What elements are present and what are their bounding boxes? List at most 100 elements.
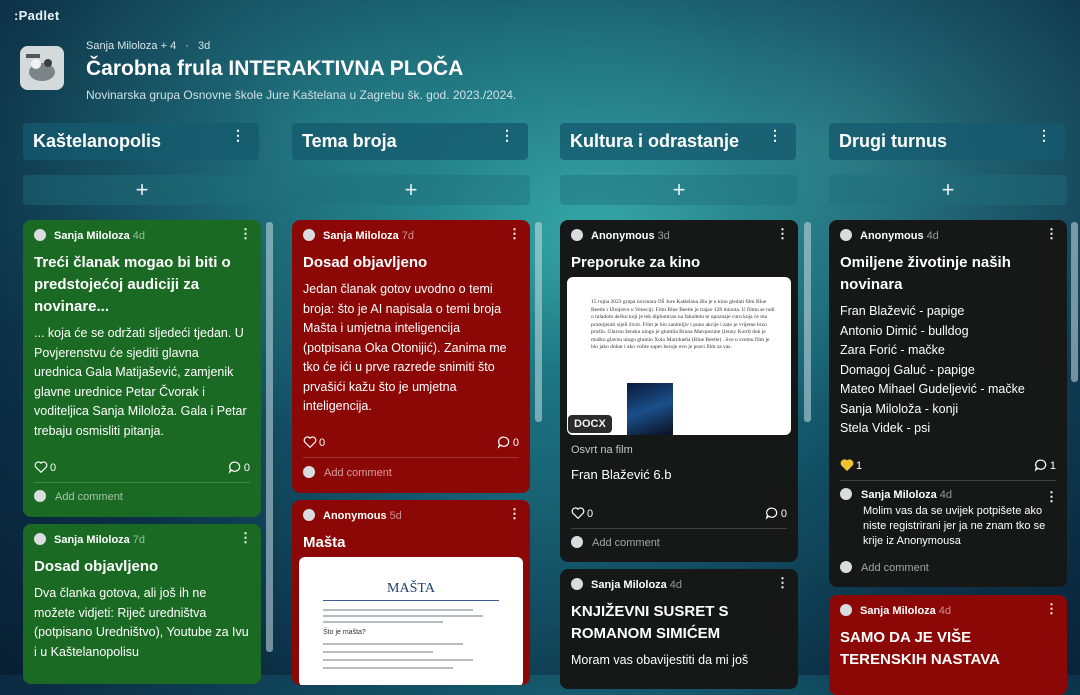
column-header-kultura[interactable]: Kultura i odrastanje ⋮ [560,123,796,160]
post-menu-icon[interactable]: ⋮ [776,576,789,589]
document-text-line [323,615,483,617]
post-card[interactable]: Sanja Miloloza 7d ⋮ Dosad objavljeno Jeda… [292,220,530,493]
board-avatar[interactable] [20,46,64,90]
comment-menu-icon[interactable]: ⋮ [1045,490,1058,503]
column-scrollbar[interactable] [535,222,542,422]
docx-badge: DOCX [568,415,612,433]
post-author: Sanja Miloloza 7d [303,228,519,244]
post-time: 4d [132,230,146,242]
comment-text: Molim vas da se uvijek potpišete ako nis… [863,505,1046,547]
commenter-avatar [571,536,583,548]
column-menu-icon[interactable]: ⋮ [1037,128,1051,142]
document-text-line [323,609,473,611]
post-menu-icon[interactable]: ⋮ [1045,227,1058,240]
post-actions: 0 0 [34,460,250,476]
list-item: Zara Forić - mačke [840,343,945,357]
board-title: Čarobna frula INTERAKTIVNA PLOČA [86,57,464,80]
attachment-name[interactable]: Fran Blažević 6.b [571,467,671,482]
board-avatar-image [20,46,64,90]
column-menu-icon[interactable]: ⋮ [231,128,245,142]
heart-icon [34,461,48,474]
list-item: Domagoj Galuć - papige [840,362,975,377]
column-header-tema-broja[interactable]: Tema broja ⋮ [292,123,528,160]
add-comment-field[interactable]: Add comment [840,561,929,574]
padlet-logo[interactable]: :Padlet [14,8,59,23]
post-menu-icon[interactable]: ⋮ [776,227,789,240]
post-menu-icon[interactable]: ⋮ [508,227,521,240]
post-title: Dosad objavljeno [303,254,428,271]
comment-button[interactable]: 0 [765,506,787,520]
post-author: Sanja Miloloza 7d [34,532,250,548]
column-title: Drugi turnus [839,131,947,151]
post-menu-icon[interactable]: ⋮ [508,507,521,520]
post-card[interactable]: Anonymous 4d ⋮ Omiljene životinje naših n… [829,220,1067,587]
like-button[interactable]: 0 [303,435,325,449]
post-card[interactable]: Anonymous 3d ⋮ Preporuke za kino 15 rujna… [560,220,798,562]
post-time: 7d [132,534,146,546]
post-title: Preporuke za kino [571,254,701,271]
add-post-button[interactable]: + [560,175,798,205]
column-scrollbar[interactable] [804,222,811,422]
post-author: Anonymous 4d [840,228,1056,244]
column-menu-icon[interactable]: ⋮ [500,128,514,142]
attachment-caption: Osvrt na film [571,444,633,456]
post-author: Sanja Miloloza 4d [571,577,787,593]
post-menu-icon[interactable]: ⋮ [239,227,252,240]
post-title: Omiljene životinje naših novinara [840,254,1011,293]
post-card[interactable]: Sanja Miloloza 4d ⋮ Treći članak mogao bi… [23,220,261,517]
column-header-kastelanopolis[interactable]: Kaštelanopolis ⋮ [23,123,259,160]
post-card[interactable]: Anonymous 5d ⋮ Mašta MAŠTA Što je mašta? [292,500,530,685]
document-text-line [323,621,443,623]
add-comment-field[interactable]: Add comment [571,536,660,549]
author-name: Anonymous [323,510,387,522]
post-time: 7d [401,230,415,242]
column-header-drugi-turnus[interactable]: Drugi turnus ⋮ [829,123,1065,160]
comment-icon [765,507,778,520]
list-item: Mateo Mihael Gudeljević - mačke [840,382,1025,396]
document-preview[interactable]: MAŠTA Što je mašta? [299,557,523,685]
author-name: Sanja Miloloza [54,230,130,242]
board-meta-separator: · [185,40,189,52]
post-card[interactable]: Sanja Miloloza 7d ⋮ Dosad objavljeno Dva … [23,524,261,684]
like-button[interactable]: 0 [34,460,56,474]
like-button[interactable]: 1 [840,458,862,472]
post-title: Dosad objavljeno [34,558,159,575]
post-author: Sanja Miloloza 4d [840,603,1056,619]
post-menu-icon[interactable]: ⋮ [1045,602,1058,615]
author-avatar [303,509,315,521]
add-comment-field[interactable]: Add comment [34,490,123,503]
post-actions: 0 0 [303,435,519,451]
document-preview[interactable]: 15 rujna 2023 grupa novinara OŠ Jure Kaš… [567,277,791,435]
document-text-line [323,667,453,669]
document-heading: MAŠTA [387,581,435,596]
post-body: Dva članka gotova, ali još ih ne možete … [34,586,249,659]
comment-time: 4d [939,489,953,501]
column-title: Kultura i odrastanje [570,131,740,151]
author-avatar [34,229,46,241]
commenter-avatar [34,490,46,502]
author-name: Sanja Miloloza [860,605,936,617]
author-avatar [34,533,46,545]
author-name: Sanja Miloloza [54,534,130,546]
comment-button[interactable]: 0 [228,460,250,474]
add-post-button[interactable]: + [292,175,530,205]
author-avatar [840,229,852,241]
column-scrollbar[interactable] [1071,222,1078,382]
column-scrollbar[interactable] [266,222,273,652]
post-card[interactable]: Sanja Miloloza 4d ⋮ SAMO DA JE VIŠE TEREN… [829,595,1067,695]
like-button[interactable]: 0 [571,506,593,520]
comment-icon [497,436,510,449]
add-post-button[interactable]: + [829,175,1067,205]
comment-button[interactable]: 1 [1034,458,1056,472]
comment-count: 1 [1049,460,1056,472]
comment-button[interactable]: 0 [497,435,519,449]
like-count: 0 [319,437,326,449]
board-meta-author[interactable]: Sanja Miloloza + 4 [86,40,176,52]
column-menu-icon[interactable]: ⋮ [768,128,782,142]
add-comment-field[interactable]: Add comment [303,466,392,479]
document-text-line [323,659,473,661]
post-card[interactable]: Sanja Miloloza 4d ⋮ KNJIŽEVNI SUSRET S RO… [560,569,798,689]
add-post-button[interactable]: + [23,175,261,205]
post-menu-icon[interactable]: ⋮ [239,531,252,544]
post-author: Anonymous 3d [571,228,787,244]
